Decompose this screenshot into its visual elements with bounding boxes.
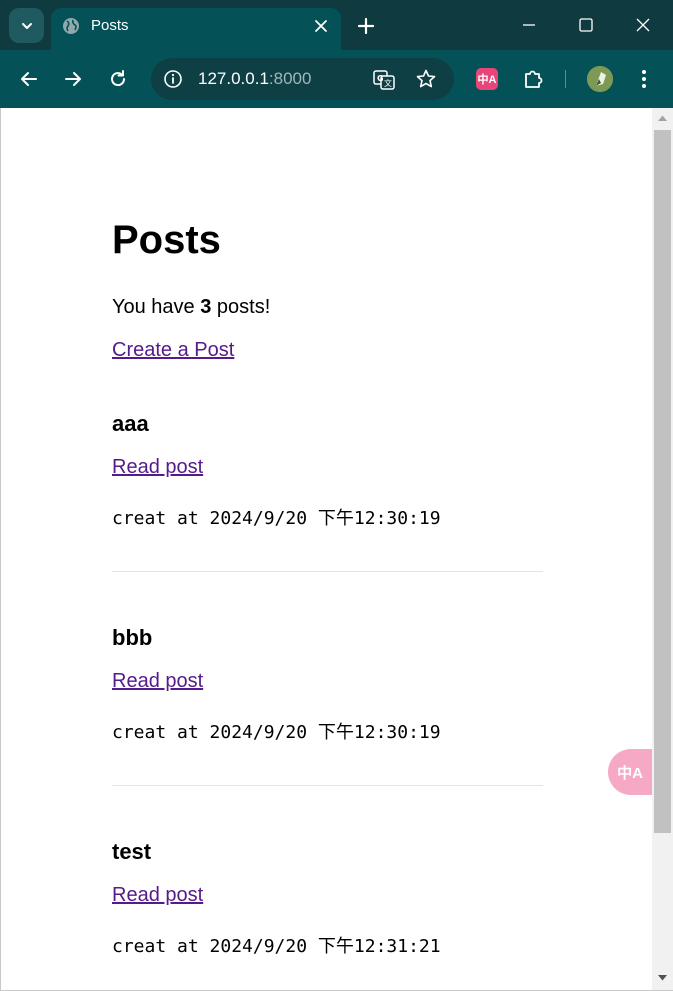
tab-posts[interactable]: Posts <box>51 8 341 50</box>
post-divider <box>112 785 543 786</box>
site-info-icon[interactable] <box>162 68 184 90</box>
post-created-date: creat at 2024/9/20 下午12:30:19 <box>112 508 441 529</box>
post-item: aaa Read post creat at 2024/9/20 下午12:30… <box>112 411 543 625</box>
create-post-link[interactable]: Create a Post <box>112 339 234 362</box>
bookmark-star-icon[interactable] <box>414 67 438 91</box>
post-title: bbb <box>112 625 153 650</box>
summary-prefix: You have <box>112 296 201 318</box>
translate-extension-button[interactable]: 中A <box>476 68 498 90</box>
post-item: test Read post creat at 2024/9/20 下午12:3… <box>112 839 543 979</box>
url-port: :8000 <box>268 69 312 88</box>
vertical-scrollbar[interactable] <box>652 108 673 990</box>
scroll-up-arrow-icon[interactable] <box>657 114 668 122</box>
summary-suffix: posts! <box>211 296 271 318</box>
window-close-icon[interactable] <box>632 14 654 36</box>
toolbar-divider <box>565 70 566 88</box>
translate-page-icon[interactable]: G 文 <box>372 68 396 92</box>
svg-text:G: G <box>377 74 384 83</box>
post-count-summary: You have 3 posts! <box>112 296 270 319</box>
post-item: bbb Read post creat at 2024/9/20 下午12:30… <box>112 625 543 839</box>
maximize-icon[interactable] <box>575 14 597 36</box>
post-title: aaa <box>112 411 149 436</box>
url-host: 127.0.0.1 <box>198 69 269 88</box>
svg-text:文: 文 <box>384 78 392 88</box>
tab-search-button[interactable] <box>9 8 44 43</box>
globe-icon <box>63 18 79 34</box>
read-post-link[interactable]: Read post <box>112 884 203 907</box>
extensions-puzzle-icon[interactable] <box>520 66 546 92</box>
more-menu-icon[interactable] <box>634 67 654 91</box>
new-tab-plus-icon[interactable] <box>355 15 377 37</box>
tab-bar: Posts <box>0 0 673 50</box>
profile-image-icon <box>587 66 613 92</box>
read-post-link[interactable]: Read post <box>112 456 203 479</box>
post-created-date: creat at 2024/9/20 下午12:31:21 <box>112 936 441 957</box>
post-divider <box>112 571 543 572</box>
page-title: Posts <box>112 218 221 262</box>
page-viewport: Posts You have 3 posts! Create a Post aa… <box>0 108 673 991</box>
close-icon[interactable] <box>312 17 330 35</box>
reload-icon[interactable] <box>106 67 130 91</box>
post-title: test <box>112 839 152 864</box>
scroll-down-arrow-icon[interactable] <box>657 974 668 982</box>
minimize-icon[interactable] <box>518 14 540 36</box>
post-created-date: creat at 2024/9/20 下午12:30:19 <box>112 722 441 743</box>
scrollbar-thumb[interactable] <box>654 130 671 833</box>
chevron-down-icon <box>21 22 32 29</box>
back-arrow-icon[interactable] <box>17 67 41 91</box>
forward-arrow-icon[interactable] <box>61 67 85 91</box>
translate-extension-label: 中A <box>477 74 497 86</box>
url-text[interactable]: 127.0.0.1:8000 <box>198 69 311 89</box>
address-bar[interactable]: 127.0.0.1:8000 G 文 <box>151 58 454 100</box>
browser-toolbar: 127.0.0.1:8000 G 文 中A <box>0 50 673 108</box>
post-count: 3 <box>200 296 212 318</box>
profile-avatar[interactable] <box>587 66 613 92</box>
floating-translate-label: 中A <box>617 764 643 782</box>
tab-title: Posts <box>91 17 129 34</box>
read-post-link[interactable]: Read post <box>112 670 203 693</box>
